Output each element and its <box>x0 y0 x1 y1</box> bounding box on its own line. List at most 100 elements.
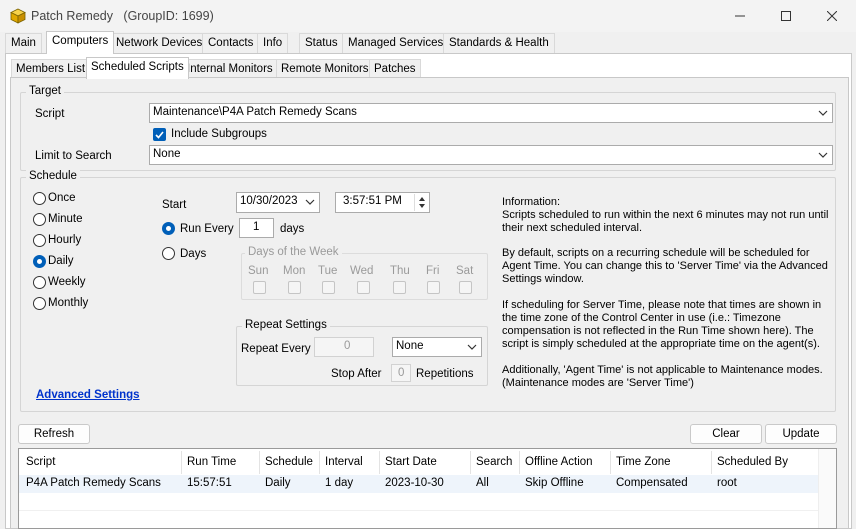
col-scheduled-by[interactable]: Scheduled By <box>712 456 788 468</box>
radio-hourly-label: Hourly <box>48 234 82 246</box>
dow-sat-checkbox[interactable] <box>459 281 472 294</box>
radio-run-every[interactable] <box>162 222 175 235</box>
radio-monthly[interactable] <box>33 297 46 310</box>
repeat-every-value: 0 <box>344 340 351 352</box>
dow-sun-checkbox[interactable] <box>253 281 266 294</box>
repeat-unit-dropdown[interactable]: None <box>392 337 482 357</box>
cell-offline-action: Skip Offline <box>525 477 584 489</box>
subtab-internal-monitors[interactable]: Internal Monitors <box>182 59 278 78</box>
table-scrollbar[interactable] <box>818 449 836 528</box>
tab-contacts[interactable]: Contacts <box>202 33 260 53</box>
minimize-icon <box>735 15 745 17</box>
table-row[interactable]: P4A Patch Remedy Scans 15:57:51 Daily 1 … <box>19 475 818 493</box>
tab-info[interactable]: Info <box>257 33 289 53</box>
radio-weekly[interactable] <box>33 276 46 289</box>
info-maintenance: Additionally, 'Agent Time' is not applic… <box>502 364 823 389</box>
tab-main[interactable]: Main <box>5 33 42 53</box>
repetitions-label: Repetitions <box>416 368 474 380</box>
include-subgroups-label: Include Subgroups <box>171 128 267 140</box>
col-run-time[interactable]: Run Time <box>182 456 236 468</box>
spin-arrows-icon <box>419 197 425 208</box>
col-offline-action[interactable]: Offline Action <box>520 456 593 468</box>
cell-time-zone: Compensated <box>616 477 688 489</box>
col-interval[interactable]: Interval <box>320 456 363 468</box>
info-server-time: If scheduling for Server Time, please no… <box>502 299 822 350</box>
dow-fri-checkbox[interactable] <box>427 281 440 294</box>
limit-to-search-dropdown[interactable]: None <box>149 145 833 165</box>
clear-button[interactable]: Clear <box>690 424 762 444</box>
col-schedule[interactable]: Schedule <box>260 456 313 468</box>
start-time-spinner[interactable]: 3:57:51 PM <box>335 192 430 213</box>
subtab-remote-monitors[interactable]: Remote Monitors <box>276 59 374 78</box>
stop-after-value: 0 <box>398 367 405 379</box>
dow-sat-label: Sat <box>456 265 474 277</box>
sub-tabs: Members List Scheduled Scripts Internal … <box>11 57 846 79</box>
radio-once[interactable] <box>33 192 46 205</box>
include-subgroups-checkbox[interactable] <box>153 128 166 141</box>
close-button[interactable] <box>809 0 855 32</box>
col-start-date[interactable]: Start Date <box>380 456 437 468</box>
empty-row <box>19 511 818 529</box>
limit-to-search-label: Limit to Search <box>35 150 112 162</box>
subtab-scheduled-scripts[interactable]: Scheduled Scripts <box>86 57 189 79</box>
empty-row <box>19 493 818 511</box>
start-date-picker[interactable]: 10/30/2023 <box>236 192 320 213</box>
days-unit-label: days <box>280 223 305 235</box>
col-script[interactable]: Script <box>21 456 55 468</box>
days-of-week-legend: Days of the Week <box>245 246 342 258</box>
start-date-value: 10/30/2023 <box>240 195 298 207</box>
radio-daily[interactable] <box>33 255 46 268</box>
radio-daily-label: Daily <box>48 255 74 267</box>
dow-tue-checkbox[interactable] <box>322 281 335 294</box>
stop-after-label: Stop After <box>331 368 382 380</box>
window-group-id: (GroupID: 1699) <box>123 9 214 23</box>
maximize-icon <box>781 11 791 21</box>
tab-standards-health[interactable]: Standards & Health <box>443 33 555 53</box>
tab-managed-services[interactable]: Managed Services <box>342 33 450 53</box>
schedule-legend: Schedule <box>26 170 80 182</box>
subtab-patches[interactable]: Patches <box>369 59 421 78</box>
dow-thu-checkbox[interactable] <box>393 281 406 294</box>
days-label: Days <box>180 248 207 260</box>
dow-sun-label: Sun <box>248 265 269 277</box>
tab-status[interactable]: Status <box>299 33 344 53</box>
advanced-settings-link[interactable]: Advanced Settings <box>36 389 140 401</box>
tab-computers[interactable]: Computers <box>46 31 115 54</box>
chevron-down-icon <box>305 199 315 205</box>
stop-after-input[interactable]: 0 <box>391 364 411 382</box>
radio-minute[interactable] <box>33 213 46 226</box>
cell-interval: 1 day <box>325 477 354 489</box>
radio-days[interactable] <box>162 247 175 260</box>
script-dropdown[interactable]: Maintenance\P4A Patch Remedy Scans <box>149 103 833 123</box>
dow-wed-checkbox[interactable] <box>357 281 370 294</box>
repeat-every-label: Repeat Every <box>241 343 311 355</box>
subtab-members-list[interactable]: Members List <box>11 59 91 78</box>
radio-weekly-label: Weekly <box>48 276 86 288</box>
target-legend: Target <box>26 85 64 97</box>
cell-scheduled-by: root <box>717 477 737 489</box>
update-button[interactable]: Update <box>765 424 837 444</box>
time-spin-buttons[interactable] <box>414 194 428 211</box>
col-search[interactable]: Search <box>471 456 512 468</box>
window-title: Patch Remedy (GroupID: 1699) <box>31 9 214 23</box>
col-time-zone[interactable]: Time Zone <box>611 456 671 468</box>
minimize-button[interactable] <box>717 0 763 32</box>
chevron-down-icon <box>818 110 828 116</box>
refresh-button[interactable]: Refresh <box>18 424 90 444</box>
maximize-button[interactable] <box>763 0 809 32</box>
dow-thu-label: Thu <box>390 265 410 277</box>
script-value: Maintenance\P4A Patch Remedy Scans <box>153 106 357 118</box>
radio-minute-label: Minute <box>48 213 83 225</box>
info-agent-time: By default, scripts on a recurring sched… <box>502 247 828 285</box>
repeat-every-input[interactable]: 0 <box>314 337 374 357</box>
app-cube-icon <box>10 8 26 24</box>
close-icon <box>827 11 837 21</box>
cell-schedule: Daily <box>265 477 291 489</box>
dow-mon-checkbox[interactable] <box>288 281 301 294</box>
tab-network-devices[interactable]: Network Devices <box>110 33 209 53</box>
run-every-input[interactable]: 1 <box>239 218 274 238</box>
radio-hourly[interactable] <box>33 234 46 247</box>
cell-start-date: 2023-10-30 <box>385 477 444 489</box>
title-bar: Patch Remedy (GroupID: 1699) <box>0 0 856 32</box>
run-every-label: Run Every <box>180 223 234 235</box>
